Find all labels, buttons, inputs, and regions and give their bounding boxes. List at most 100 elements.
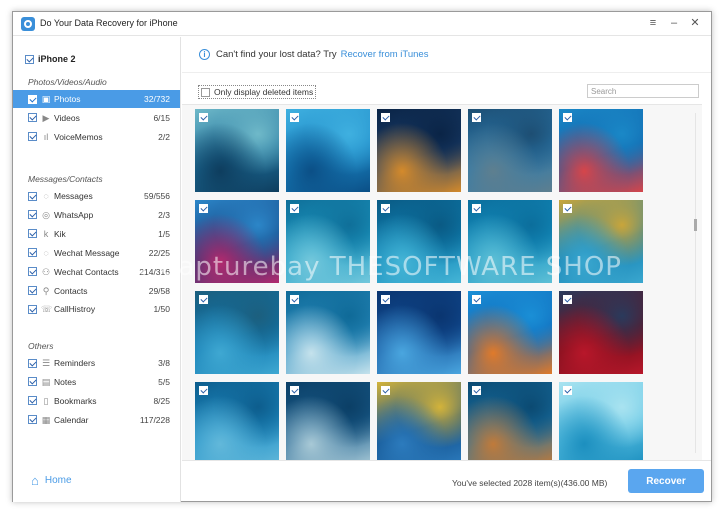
photo-thumbnail[interactable] <box>286 291 370 374</box>
item-checkbox[interactable] <box>28 267 37 277</box>
sidebar-item-count: 29/58 <box>148 285 170 296</box>
photo-thumbnail[interactable] <box>377 109 461 192</box>
sidebar-item-callhistroy[interactable]: ☏ CallHistroy 1/50 <box>13 300 180 318</box>
photo-checkbox[interactable] <box>290 113 299 122</box>
photo-checkbox[interactable] <box>199 295 208 304</box>
close-button[interactable]: ✕ <box>688 16 702 30</box>
photo-checkbox[interactable] <box>290 295 299 304</box>
photo-thumbnail[interactable] <box>468 200 552 283</box>
photo-checkbox[interactable] <box>199 113 208 122</box>
minimize-button[interactable]: – <box>667 16 681 30</box>
note-icon: ▤ <box>41 376 51 387</box>
sidebar-item-count: 117/228 <box>139 414 170 425</box>
item-checkbox[interactable] <box>28 113 37 123</box>
sidebar-item-videos[interactable]: ▶ Videos 6/15 <box>13 109 180 127</box>
search-input[interactable] <box>587 84 699 98</box>
sidebar-item-label: Calendar <box>54 414 89 425</box>
sidebar-item-wechat-message[interactable]: ◌ Wechat Message 22/25 <box>13 244 180 262</box>
device-row[interactable]: iPhone 2 <box>25 53 76 65</box>
photo-checkbox[interactable] <box>381 204 390 213</box>
item-checkbox[interactable] <box>28 377 37 387</box>
photo-checkbox[interactable] <box>472 386 481 395</box>
photo-checkbox[interactable] <box>199 386 208 395</box>
deleted-only-toggle[interactable]: Only display deleted items <box>198 85 317 99</box>
recover-button[interactable]: Recover <box>628 469 704 493</box>
item-checkbox[interactable] <box>28 415 37 425</box>
sidebar-item-contacts[interactable]: ⚲ Contacts 29/58 <box>13 282 180 300</box>
item-checkbox[interactable] <box>28 94 37 104</box>
item-checkbox[interactable] <box>28 304 37 314</box>
sidebar-item-photos[interactable]: ▣ Photos 32/732 <box>13 90 180 108</box>
item-checkbox[interactable] <box>28 286 37 295</box>
photo-thumbnail[interactable] <box>377 382 461 460</box>
photo-checkbox[interactable] <box>563 386 572 395</box>
photo-thumbnail[interactable] <box>286 109 370 192</box>
scroll-thumb[interactable] <box>694 219 697 231</box>
item-checkbox[interactable] <box>28 229 37 239</box>
info-text: Can't find your lost data? Try <box>216 49 337 60</box>
photo-thumbnail[interactable] <box>195 291 279 374</box>
sidebar-item-bookmarks[interactable]: ▯ Bookmarks 8/25 <box>13 392 180 410</box>
item-checkbox[interactable] <box>28 248 37 258</box>
wechat-bubble-icon: ◌ <box>43 247 49 258</box>
waveform-icon: ıl <box>43 131 49 142</box>
photo-checkbox[interactable] <box>290 204 299 213</box>
main-content: i Can't find your lost data? Try Recover… <box>182 37 711 502</box>
photo-checkbox[interactable] <box>381 386 390 395</box>
sidebar-item-wechat-contacts[interactable]: ⚇ Wechat Contacts 214/316 <box>13 263 180 281</box>
photo-thumbnail[interactable] <box>468 109 552 192</box>
photo-thumbnail[interactable] <box>377 200 461 283</box>
sidebar-item-messages[interactable]: ◌ Messages 59/556 <box>13 187 180 205</box>
recover-from-itunes-link[interactable]: Recover from iTunes <box>341 49 429 60</box>
photo-checkbox[interactable] <box>472 295 481 304</box>
deleted-only-checkbox[interactable] <box>201 87 210 97</box>
photo-checkbox[interactable] <box>563 204 572 213</box>
person-icon: ⚲ <box>42 285 50 296</box>
sidebar-item-label: Wechat Message <box>54 247 120 258</box>
section-title: Others <box>28 341 54 351</box>
photo-thumbnail[interactable] <box>377 291 461 374</box>
sidebar-item-kik[interactable]: k Kik 1/5 <box>13 225 180 243</box>
photo-thumbnail[interactable] <box>286 200 370 283</box>
photo-thumbnail[interactable] <box>195 200 279 283</box>
home-button[interactable]: ⌂ Home <box>31 473 72 488</box>
sidebar-item-whatsapp[interactable]: ◎ WhatsApp 2/3 <box>13 206 180 224</box>
item-checkbox[interactable] <box>28 210 37 220</box>
photo-checkbox[interactable] <box>290 386 299 395</box>
sidebar-item-count: 6/15 <box>153 112 170 123</box>
sidebar-item-calendar[interactable]: ▦ Calendar 117/228 <box>13 411 180 429</box>
photo-checkbox[interactable] <box>563 113 572 122</box>
photo-thumbnail[interactable] <box>468 382 552 460</box>
item-checkbox[interactable] <box>28 358 37 368</box>
item-checkbox[interactable] <box>28 132 37 142</box>
sidebar-item-count: 22/25 <box>148 247 170 258</box>
photo-thumbnail[interactable] <box>195 382 279 460</box>
photo-checkbox[interactable] <box>199 204 208 213</box>
chat-bubble-icon: ◌ <box>43 191 49 201</box>
app-window: Do Your Data Recovery for iPhone ≡ – ✕ i… <box>12 11 712 502</box>
photo-thumbnail[interactable] <box>559 291 643 374</box>
scrollbar[interactable] <box>694 113 697 453</box>
photo-thumbnail[interactable] <box>559 200 643 283</box>
photo-checkbox[interactable] <box>472 204 481 213</box>
photo-checkbox[interactable] <box>563 295 572 304</box>
sidebar-item-label: Contacts <box>54 285 88 296</box>
photo-thumbnail[interactable] <box>468 291 552 374</box>
photo-checkbox[interactable] <box>472 113 481 122</box>
sidebar-item-voicememos[interactable]: ıl VoiceMemos 2/2 <box>13 128 180 146</box>
sidebar-item-notes[interactable]: ▤ Notes 5/5 <box>13 373 180 391</box>
device-checkbox[interactable] <box>25 54 34 64</box>
app-logo-icon <box>21 17 35 31</box>
menu-icon[interactable]: ≡ <box>646 16 660 30</box>
photo-thumbnail[interactable] <box>559 382 643 460</box>
sidebar-item-reminders[interactable]: ☰ Reminders 3/8 <box>13 354 180 372</box>
photo-checkbox[interactable] <box>381 295 390 304</box>
photo-checkbox[interactable] <box>381 113 390 122</box>
photo-thumbnail[interactable] <box>195 109 279 192</box>
item-checkbox[interactable] <box>28 191 37 201</box>
sidebar-item-label: Photos <box>54 94 81 104</box>
photo-thumbnail[interactable] <box>286 382 370 460</box>
photo-thumbnail[interactable] <box>559 109 643 192</box>
sidebar-item-label: CallHistroy <box>54 304 96 315</box>
item-checkbox[interactable] <box>28 396 37 406</box>
